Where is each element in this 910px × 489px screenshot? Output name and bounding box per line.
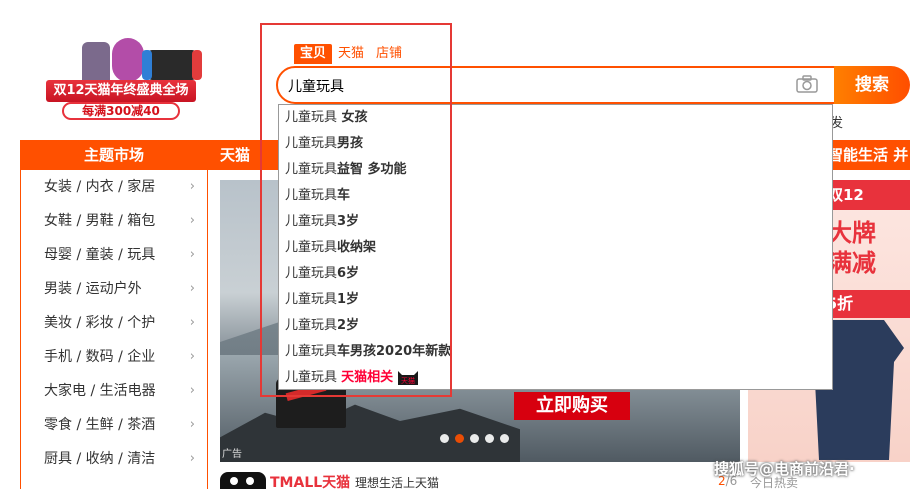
promo-headline-line1: 大牌 (828, 219, 876, 247)
suggestion-item-tmall[interactable]: 儿童玩具 天猫相关 天猫 (279, 365, 832, 391)
suggestion-item[interactable]: 儿童玩具车 (279, 183, 832, 209)
tmall-related-tag: 天猫相关 (341, 370, 394, 385)
tmall-slogan: 理想生活上天猫 (355, 476, 440, 489)
carousel-dot-active[interactable] (455, 434, 464, 443)
chevron-right-icon: › (189, 247, 195, 262)
suggestion-item[interactable]: 儿童玩具2岁 (279, 313, 832, 339)
suggestion-suffix: 女孩 (337, 110, 368, 125)
carousel-dot[interactable] (500, 434, 509, 443)
promo-products-image (52, 30, 202, 82)
promo-subtitle: 每满300减40 (62, 102, 180, 120)
suggestion-item[interactable]: 儿童玩具男孩 (279, 131, 832, 157)
search-tab-items[interactable]: 宝贝 (294, 44, 333, 64)
suggestion-suffix: 3岁 (337, 214, 360, 229)
suggestion-suffix: 收纳架 (337, 240, 377, 255)
category-item[interactable]: 男装 / 运动户外 › (21, 272, 207, 306)
category-item[interactable]: 手机 / 数码 / 企业 › (21, 340, 207, 374)
suggestion-prefix: 儿童玩具 (285, 370, 342, 385)
chevron-right-icon: › (189, 281, 195, 296)
suggestion-prefix: 儿童玩具 (285, 266, 338, 281)
watermark: 搜狐号@电商前沿君· (714, 460, 855, 478)
search-tab-shops[interactable]: 店铺 (370, 44, 408, 64)
chevron-right-icon: › (189, 383, 195, 398)
tmall-cat-icon: 天猫 (398, 370, 419, 385)
suggestion-item[interactable]: 儿童玩具车男孩2020年新款 (279, 339, 832, 365)
promo-headline: 大牌 满减 (828, 218, 876, 278)
double12-promo-banner[interactable]: 双12天猫年终盛典全场 每满300减40 (32, 22, 208, 122)
suggestion-item[interactable]: 儿童玩具 女孩 (279, 105, 832, 131)
category-label: 大家电 / 生活电器 (44, 383, 156, 399)
category-item[interactable]: 女装 / 内衣 / 家居 › (21, 170, 207, 204)
carousel-dot[interactable] (440, 434, 449, 443)
tmall-wordmark[interactable]: TMALL天猫 (270, 472, 350, 489)
suggestion-prefix: 儿童玩具 (285, 110, 338, 125)
search-tabs: 宝贝 天猫 店铺 (294, 44, 408, 64)
category-item[interactable]: 厨具 / 收纳 / 清洁 › (21, 442, 207, 476)
suggestion-prefix: 儿童玩具 (285, 344, 338, 359)
category-item[interactable]: 零食 / 生鲜 / 茶酒 › (21, 408, 207, 442)
suggestion-item[interactable]: 儿童玩具益智 多功能 (279, 157, 832, 183)
chevron-right-icon: › (189, 179, 195, 194)
tmall-icon-label: 天猫 (401, 376, 415, 385)
chevron-right-icon: › (189, 417, 195, 432)
suggestion-prefix: 儿童玩具 (285, 318, 338, 333)
search-suggestions: 儿童玩具 女孩 儿童玩具男孩 儿童玩具益智 多功能 儿童玩具车 儿童玩具3岁 儿… (278, 104, 833, 390)
category-label: 美妆 / 彩妆 / 个护 (44, 315, 156, 331)
chevron-right-icon: › (189, 349, 195, 364)
suggestion-item[interactable]: 儿童玩具6岁 (279, 261, 832, 287)
search-button[interactable]: 搜索 (834, 66, 910, 104)
promo-title: 双12天猫年终盛典全场 (46, 80, 196, 102)
suggestion-prefix: 儿童玩具 (285, 136, 338, 151)
category-label: 零食 / 生鲜 / 茶酒 (44, 417, 156, 433)
suggestion-item[interactable]: 儿童玩具收纳架 (279, 235, 832, 261)
carousel-dot[interactable] (485, 434, 494, 443)
buy-now-button[interactable]: 立即购买 (514, 392, 630, 420)
suggestion-suffix: 车男孩2020年新款 (337, 344, 452, 359)
nav-item-tmall[interactable]: 天猫 (208, 140, 268, 170)
suggestion-prefix: 儿童玩具 (285, 292, 338, 307)
promo-headline-line2: 满减 (828, 249, 876, 277)
category-label: 女鞋 / 男鞋 / 箱包 (44, 213, 156, 229)
search-tab-tmall[interactable]: 天猫 (332, 44, 370, 64)
suggestion-prefix: 儿童玩具 (285, 214, 338, 229)
suggestion-prefix: 儿童玩具 (285, 240, 338, 255)
ad-tag: 广告 (222, 449, 242, 460)
category-item[interactable]: 女鞋 / 男鞋 / 箱包 › (21, 204, 207, 238)
chevron-right-icon: › (189, 213, 195, 228)
category-item[interactable]: 美妆 / 彩妆 / 个护 › (21, 306, 207, 340)
suggestion-prefix: 儿童玩具 (285, 188, 338, 203)
tmall-cat-logo-icon (220, 472, 266, 489)
suggestion-item[interactable]: 儿童玩具3岁 (279, 209, 832, 235)
category-item[interactable]: 母婴 / 童装 / 玩具 › (21, 238, 207, 272)
category-label: 厨具 / 收纳 / 清洁 (44, 451, 156, 467)
suggestion-item[interactable]: 儿童玩具1岁 (279, 287, 832, 313)
search-input[interactable] (288, 75, 768, 97)
search-box (276, 66, 836, 104)
category-list: 女装 / 内衣 / 家居 › 女鞋 / 男鞋 / 箱包 › 母婴 / 童装 / 玩具… (20, 170, 208, 489)
carousel-dots (440, 434, 509, 443)
category-label: 男装 / 运动户外 (44, 281, 142, 297)
category-label: 母婴 / 童装 / 玩具 (44, 247, 156, 263)
carousel-dot[interactable] (470, 434, 479, 443)
chevron-right-icon: › (189, 315, 195, 330)
category-label: 女装 / 内衣 / 家居 (44, 179, 156, 195)
chevron-right-icon: › (189, 451, 195, 466)
category-item[interactable]: 大家电 / 生活电器 › (21, 374, 207, 408)
suggestion-suffix: 车 (337, 188, 351, 203)
category-heading: 主题市场 (20, 140, 208, 170)
suggestion-suffix: 1岁 (337, 292, 360, 307)
suggestion-prefix: 儿童玩具 (285, 162, 338, 177)
suggestion-suffix: 6岁 (337, 266, 360, 281)
category-label: 手机 / 数码 / 企业 (44, 349, 156, 365)
suggestion-suffix: 2岁 (337, 318, 360, 333)
camera-icon[interactable] (796, 75, 818, 93)
suggestion-suffix: 男孩 (337, 136, 364, 151)
suggestion-suffix: 益智 多功能 (337, 162, 407, 177)
